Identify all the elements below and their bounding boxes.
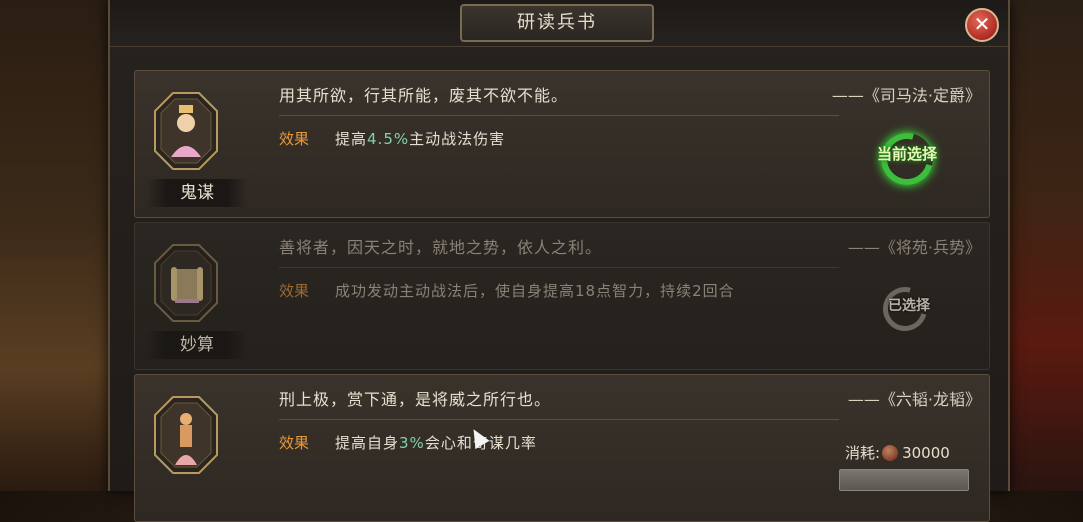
book-card-miaosuan[interactable]: 妙算 善将者，因天之时，就地之势，依人之利。 ——《将苑·兵势》 效果 成功发动… [134, 222, 990, 370]
divider [279, 115, 839, 116]
book-name: 妙算 [147, 331, 247, 359]
divider [279, 419, 839, 420]
scroll-icon [153, 243, 219, 323]
effect-value: 3% [399, 434, 425, 452]
strategist-portrait-icon [153, 91, 219, 171]
close-button[interactable]: ✕ [965, 8, 999, 42]
cost-value: 30000 [902, 444, 950, 462]
panel-title: 研读兵书 [460, 4, 654, 42]
current-selection-badge: 当前选择 [859, 123, 955, 195]
cost-display: 消耗: 30000 [845, 441, 985, 465]
book-source: ——《六韬·龙韬》 [847, 390, 981, 409]
book-quote: 用其所欲，行其所能，废其不欲不能。 [279, 86, 569, 105]
book-name: 鬼谋 [147, 179, 247, 207]
cost-label: 消耗: [845, 444, 881, 462]
book-card-guimou[interactable]: 鬼谋 用其所欲，行其所能，废其不欲不能。 ——《司马法·定爵》 效果 提高4.5… [134, 70, 990, 218]
selected-badge: 已选择 [869, 278, 949, 340]
effect-label: 效果 [279, 282, 310, 300]
effect-text: 提高自身3%会心和奇谋几率 [335, 434, 537, 452]
book-card-liutao[interactable]: 刑上极，赏下通，是将威之所行也。 ——《六韬·龙韬》 效果 提高自身3%会心和奇… [134, 374, 990, 522]
book-source: ——《司马法·定爵》 [831, 86, 981, 105]
book-source: ——《将苑·兵势》 [847, 238, 981, 257]
coin-icon [882, 445, 899, 461]
effect-text: 提高4.5%主动战法伤害 [335, 130, 506, 148]
effect-label: 效果 [279, 434, 310, 452]
panel-header: 研读兵书 ✕ [110, 0, 1008, 47]
effect-text: 成功发动主动战法后，使自身提高18点智力，持续2回合 [335, 282, 735, 300]
study-button[interactable] [839, 469, 969, 491]
background-left [0, 0, 110, 491]
effect-label: 效果 [279, 130, 310, 148]
divider [279, 267, 839, 268]
statue-icon [153, 395, 219, 475]
close-icon: ✕ [973, 12, 991, 36]
effect-value: 4.5% [367, 130, 410, 148]
book-quote: 善将者，因天之时，就地之势，依人之利。 [279, 238, 603, 257]
study-books-panel: 研读兵书 ✕ 鬼谋 用其所欲，行其所能，废其不欲不能。 ——《司马法·定爵》 效… [108, 0, 1010, 522]
book-quote: 刑上极，赏下通，是将威之所行也。 [279, 390, 552, 409]
